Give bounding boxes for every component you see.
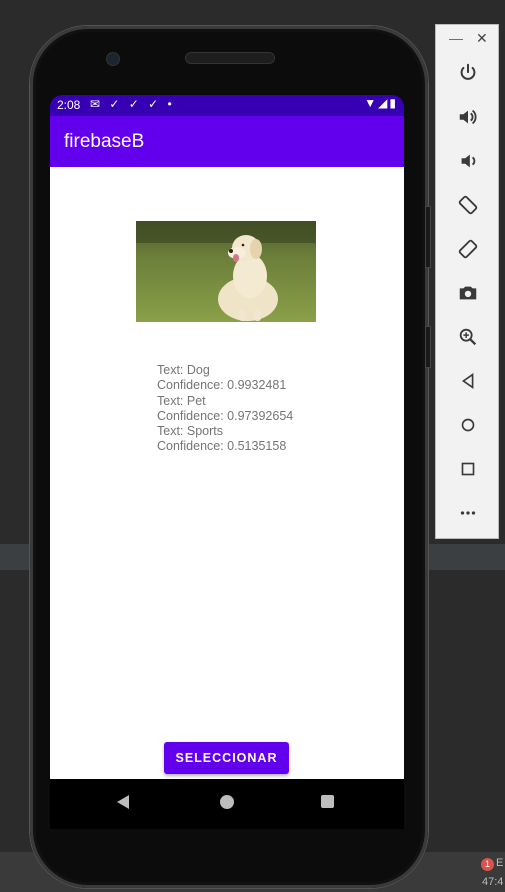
more-icon[interactable] (452, 499, 484, 527)
error-count-badge[interactable]: 1 (481, 858, 494, 871)
ide-clock: 47:4 (482, 876, 504, 888)
volume-down-icon[interactable] (452, 147, 484, 175)
zoom-icon[interactable] (452, 323, 484, 351)
overview-icon[interactable] (452, 455, 484, 483)
signal-battery-icons: ▼◢▮ (364, 96, 398, 110)
result-line: Text: Dog (157, 363, 210, 377)
power-side-button (425, 326, 431, 368)
back-icon[interactable] (452, 367, 484, 395)
close-icon[interactable]: ✕ (476, 30, 488, 47)
emulator-toolbar: — ✕ (435, 24, 499, 539)
nav-recents-icon[interactable] (321, 795, 334, 808)
volume-side-button (425, 206, 431, 268)
result-line: Confidence: 0.97392654 (157, 408, 294, 423)
app-bar: firebaseB (50, 116, 404, 167)
notification-icons: ✉ ✓ ✓ ✓ • (90, 97, 175, 111)
front-camera (106, 52, 120, 66)
power-icon[interactable] (452, 59, 484, 87)
minimize-icon[interactable]: — (449, 30, 463, 46)
result-line: Confidence: 0.9932481 (157, 378, 287, 393)
main-content: Text: Dog Confidence: 0.9932481 Text: Pe… (50, 167, 404, 779)
label-results: Text: Dog Confidence: 0.9932481 Text: Pe… (157, 363, 293, 455)
dog-photo (136, 221, 316, 322)
nav-home-icon[interactable] (220, 795, 234, 809)
camera-icon[interactable] (452, 279, 484, 307)
select-image-button[interactable]: SELECCIONAR (164, 742, 289, 774)
result-line: Text: Sports (157, 424, 223, 439)
rotate-left-icon[interactable] (452, 191, 484, 219)
app-title: firebaseB (64, 131, 145, 152)
device-screen: 2:08 ✉ ✓ ✓ ✓ • ▼◢▮ firebaseB Text: Dog C… (50, 95, 404, 829)
home-icon[interactable] (452, 411, 484, 439)
result-line: Text: Pet (157, 393, 206, 408)
rotate-right-icon[interactable] (452, 235, 484, 263)
result-line: Confidence: 0.5135158 (157, 439, 287, 454)
earpiece-speaker (185, 52, 275, 64)
status-time: 2:08 (57, 98, 81, 112)
error-label: E (496, 857, 504, 869)
volume-up-icon[interactable] (452, 103, 484, 131)
navigation-bar (50, 779, 404, 829)
status-bar: 2:08 ✉ ✓ ✓ ✓ • ▼◢▮ (50, 95, 404, 116)
nav-back-icon[interactable] (117, 795, 129, 809)
